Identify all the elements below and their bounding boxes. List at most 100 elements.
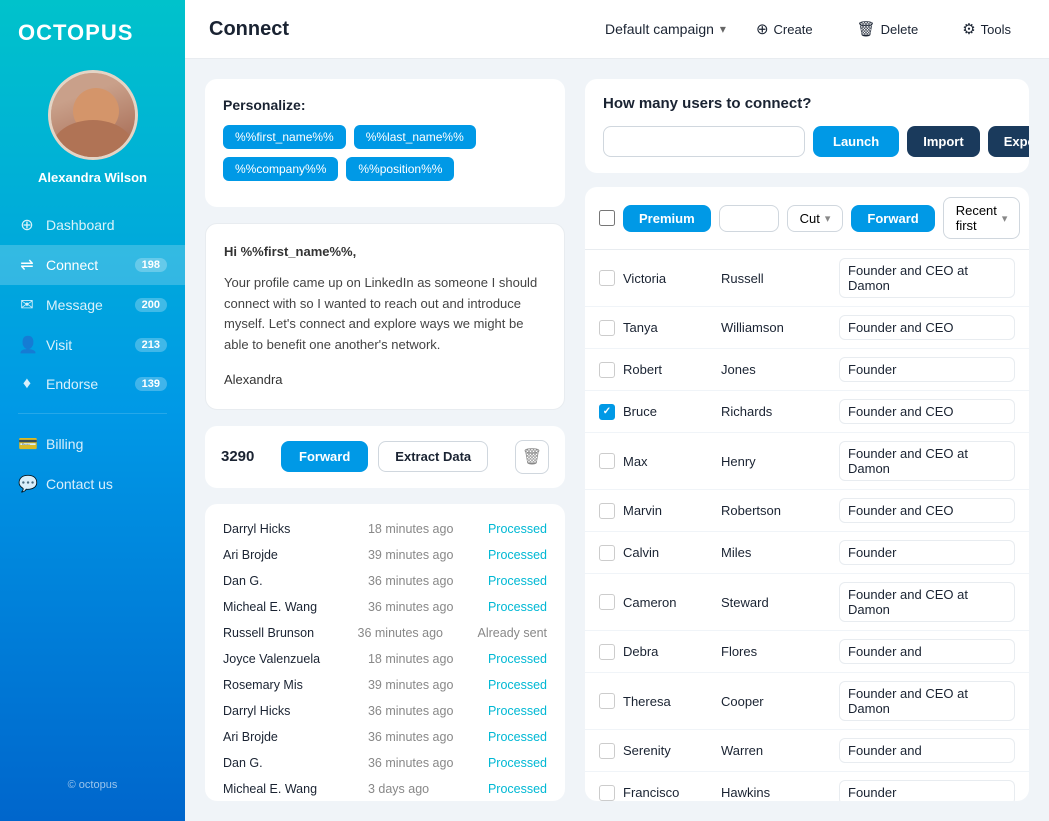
message-badge: 200 (135, 298, 167, 312)
activity-time: 36 minutes ago (368, 574, 478, 588)
cell-title[interactable]: Founder and (839, 738, 1015, 763)
sidebar-item-connect[interactable]: ⇌ Connect 198 (0, 245, 185, 285)
message-body: Your profile came up on LinkedIn as some… (224, 273, 546, 356)
connect-icon: ⇌ (18, 255, 36, 275)
endorse-icon: ♦ (18, 375, 36, 393)
chevron-down-icon: ▾ (1002, 212, 1008, 225)
row-checkbox[interactable] (599, 270, 615, 286)
sidebar-item-visit[interactable]: 👤 Visit 213 (0, 325, 185, 365)
tools-icon: ⚙ (962, 20, 975, 38)
activity-status: Processed (488, 574, 547, 588)
delete-button[interactable]: 🗑 Delete (843, 14, 933, 44)
forward-filter-button[interactable]: Forward (851, 205, 934, 232)
row-checkbox[interactable] (599, 743, 615, 759)
nav-divider (18, 413, 167, 414)
cell-title[interactable]: Founder and CEO at Damon (839, 582, 1015, 622)
create-icon: ⊕ (756, 20, 769, 38)
row-checkbox[interactable] (599, 320, 615, 336)
table-delete-button[interactable]: 🗑 (1028, 208, 1029, 228)
activity-name: Micheal E. Wang (223, 782, 358, 796)
sidebar-item-dashboard[interactable]: ⊕ Dashboard (0, 205, 185, 245)
extract-data-button[interactable]: Extract Data (378, 441, 488, 472)
activity-time: 36 minutes ago (368, 756, 478, 770)
delete-label: Delete (881, 22, 919, 37)
sidebar-item-billing[interactable]: 💳 Billing (0, 424, 185, 464)
cut-dropdown[interactable]: Cut ▾ (787, 205, 844, 232)
table-row: Tanya Williamson Founder and CEO (585, 307, 1029, 349)
activity-status: Processed (488, 730, 547, 744)
sidebar-item-message[interactable]: ✉ Message 200 (0, 285, 185, 325)
tag-last-name[interactable]: %%last_name%% (354, 125, 476, 149)
avatar (48, 70, 138, 160)
user-count-input[interactable] (603, 126, 805, 157)
connect-badge: 198 (135, 258, 167, 272)
tag-company[interactable]: %%company%% (223, 157, 338, 181)
row-checkbox[interactable] (599, 503, 615, 519)
import-button[interactable]: Import (907, 126, 979, 157)
tag-position[interactable]: %%position%% (346, 157, 454, 181)
cell-last-name: Hawkins (721, 785, 831, 800)
tools-button[interactable]: ⚙ Tools (948, 14, 1025, 44)
activity-item: Darryl Hicks 18 minutes ago Processed (205, 516, 565, 542)
row-checkbox[interactable] (599, 545, 615, 561)
activity-status: Processed (488, 522, 547, 536)
cell-title[interactable]: Founder (839, 357, 1015, 382)
row-checkbox[interactable] (599, 453, 615, 469)
row-checkbox[interactable] (599, 594, 615, 610)
sidebar-item-label: Message (46, 297, 103, 313)
row-checkbox[interactable] (599, 644, 615, 660)
recent-dropdown[interactable]: Recent first ▾ (943, 197, 1021, 239)
row-checkbox[interactable] (599, 404, 615, 420)
message-box[interactable]: Hi %%first_name%%, Your profile came up … (205, 223, 565, 410)
filter-text-input[interactable] (719, 205, 779, 232)
create-button[interactable]: ⊕ Create (742, 14, 827, 44)
activity-status: Processed (488, 548, 547, 562)
cell-first-name: Tanya (623, 320, 713, 335)
cell-title[interactable]: Founder and CEO at Damon (839, 258, 1015, 298)
launch-button[interactable]: Launch (813, 126, 899, 157)
table-row: Cameron Steward Founder and CEO at Damon (585, 574, 1029, 631)
activity-name: Dan G. (223, 756, 358, 770)
activity-item: Ari Brojde 36 minutes ago Processed (205, 724, 565, 750)
activity-item: Darryl Hicks 36 minutes ago Processed (205, 698, 565, 724)
premium-filter-button[interactable]: Premium (623, 205, 711, 232)
table-row: Calvin Miles Founder (585, 532, 1029, 574)
cell-title[interactable]: Founder and CEO (839, 399, 1015, 424)
cell-title[interactable]: Founder and CEO (839, 498, 1015, 523)
export-button[interactable]: Export (988, 126, 1029, 157)
cell-title[interactable]: Founder (839, 540, 1015, 565)
activity-time: 36 minutes ago (368, 730, 478, 744)
row-checkbox[interactable] (599, 362, 615, 378)
delete-action-button[interactable]: 🗑 (515, 440, 549, 474)
activity-name: Darryl Hicks (223, 704, 358, 718)
sidebar-item-endorse[interactable]: ♦ Endorse 139 (0, 365, 185, 403)
activity-item: Rosemary Mis 39 minutes ago Processed (205, 672, 565, 698)
cell-last-name: Jones (721, 362, 831, 377)
sidebar-item-contact[interactable]: 💬 Contact us (0, 464, 185, 504)
forward-button[interactable]: Forward (281, 441, 368, 472)
cell-title[interactable]: Founder and CEO (839, 315, 1015, 340)
activity-time: 36 minutes ago (368, 600, 478, 614)
recent-label: Recent first (956, 203, 997, 233)
cell-first-name: Francisco (623, 785, 713, 800)
cut-label: Cut (800, 211, 820, 226)
table-toolbar: Premium Cut ▾ Forward Recent first ▾ 🗑 (585, 187, 1029, 250)
select-all-checkbox[interactable] (599, 210, 615, 226)
left-panel: Personalize: %%first_name%% %%last_name%… (205, 79, 565, 801)
personalize-title: Personalize: (223, 97, 547, 113)
message-greeting: Hi %%first_name%%, (224, 242, 546, 263)
activity-name: Russell Brunson (223, 626, 348, 640)
personalize-section: Personalize: %%first_name%% %%last_name%… (205, 79, 565, 207)
sidebar-item-label: Connect (46, 257, 98, 273)
activity-status: Processed (488, 678, 547, 692)
cell-first-name: Theresa (623, 694, 713, 709)
action-bar: 3290 Forward Extract Data 🗑 (205, 426, 565, 488)
campaign-dropdown[interactable]: Default campaign ▾ (605, 21, 726, 37)
row-checkbox[interactable] (599, 785, 615, 801)
cell-title[interactable]: Founder and (839, 639, 1015, 664)
tag-first-name[interactable]: %%first_name%% (223, 125, 346, 149)
cell-title[interactable]: Founder and CEO at Damon (839, 681, 1015, 721)
cell-title[interactable]: Founder (839, 780, 1015, 801)
row-checkbox[interactable] (599, 693, 615, 709)
cell-title[interactable]: Founder and CEO at Damon (839, 441, 1015, 481)
